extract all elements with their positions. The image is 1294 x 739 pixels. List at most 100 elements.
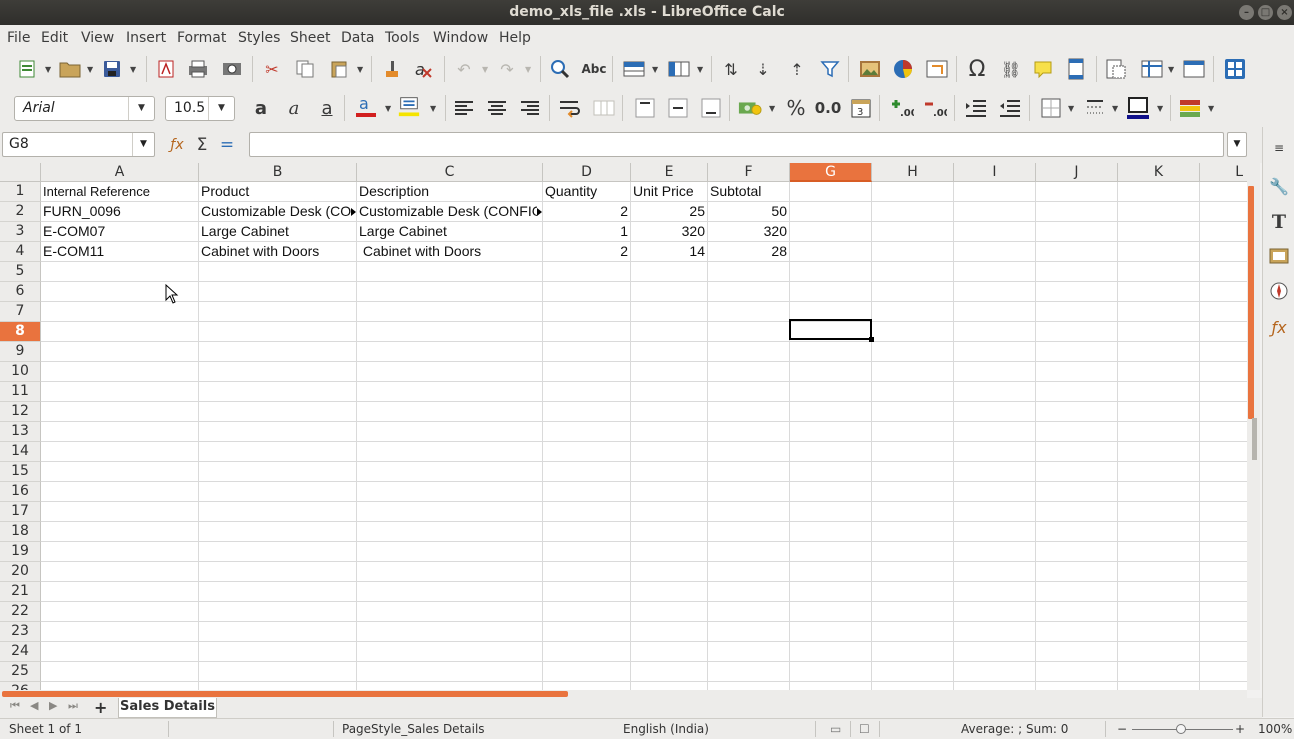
row-header-2[interactable]: 2 bbox=[0, 202, 41, 222]
insert-image-icon[interactable] bbox=[858, 57, 882, 81]
menu-sheet[interactable]: Sheet bbox=[290, 30, 330, 46]
row-header-10[interactable]: 10 bbox=[0, 362, 41, 382]
cell-a2[interactable]: FURN_0096 bbox=[41, 202, 198, 221]
name-box-dropdown-icon[interactable]: ▼ bbox=[132, 133, 154, 156]
cell-f2[interactable]: 50 bbox=[708, 202, 789, 221]
cell-a1[interactable]: Internal Reference bbox=[41, 182, 198, 201]
menu-insert[interactable]: Insert bbox=[126, 30, 166, 46]
first-sheet-icon[interactable]: ⏮ bbox=[10, 699, 20, 713]
row-header-4[interactable]: 4 bbox=[0, 242, 41, 262]
next-sheet-icon[interactable]: ▶ bbox=[49, 699, 57, 712]
cell-b3[interactable]: Large Cabinet bbox=[199, 222, 356, 241]
row-header-3[interactable]: 3 bbox=[0, 222, 41, 242]
align-center-icon[interactable] bbox=[485, 96, 509, 120]
underline-icon[interactable]: a bbox=[315, 96, 339, 120]
cell-c1[interactable]: Description bbox=[357, 182, 542, 201]
formula-icon[interactable]: = bbox=[215, 133, 239, 157]
font-name-dropdown-icon[interactable]: ▼ bbox=[128, 97, 154, 120]
column-header-j[interactable]: J bbox=[1036, 163, 1118, 182]
row-header-6[interactable]: 6 bbox=[0, 282, 41, 302]
find-replace-icon[interactable] bbox=[548, 57, 572, 81]
row-header-11[interactable]: 11 bbox=[0, 382, 41, 402]
close-button[interactable]: × bbox=[1277, 5, 1292, 20]
sum-icon[interactable]: Σ bbox=[190, 133, 214, 157]
column-header-l[interactable]: L bbox=[1200, 163, 1247, 182]
cell-a4[interactable]: E-COM11 bbox=[41, 242, 198, 261]
functions-icon[interactable]: ƒx bbox=[1268, 316, 1290, 338]
align-left-icon[interactable] bbox=[452, 96, 476, 120]
cell-f1[interactable]: Subtotal bbox=[708, 182, 789, 201]
row-header-16[interactable]: 16 bbox=[0, 482, 41, 502]
center-vertically-icon[interactable] bbox=[666, 96, 690, 120]
cell-d1[interactable]: Quantity bbox=[543, 182, 630, 201]
cell-d3[interactable]: 1 bbox=[543, 222, 630, 241]
save-icon[interactable] bbox=[100, 57, 124, 81]
cell-e4[interactable]: 14 bbox=[631, 242, 707, 261]
print-icon[interactable] bbox=[186, 57, 210, 81]
maximize-button[interactable]: □ bbox=[1258, 5, 1273, 20]
define-print-area-icon[interactable] bbox=[1104, 57, 1128, 81]
new-document-icon[interactable] bbox=[15, 57, 39, 81]
row-header-14[interactable]: 14 bbox=[0, 442, 41, 462]
font-color-icon[interactable]: a bbox=[354, 94, 378, 118]
vertical-scroll-thumb[interactable] bbox=[1248, 186, 1254, 419]
redo-icon[interactable]: ↷ bbox=[495, 57, 519, 81]
menu-help[interactable]: Help bbox=[499, 30, 531, 46]
border-style-icon[interactable] bbox=[1083, 96, 1107, 120]
cell-e3[interactable]: 320 bbox=[631, 222, 707, 241]
menu-data[interactable]: Data bbox=[341, 30, 374, 46]
row-header-7[interactable]: 7 bbox=[0, 302, 41, 322]
formula-input[interactable] bbox=[249, 132, 1224, 157]
border-color-icon[interactable] bbox=[1126, 96, 1150, 120]
zoom-slider-knob[interactable] bbox=[1176, 724, 1186, 734]
borders-icon[interactable] bbox=[1039, 96, 1063, 120]
split-window-icon[interactable] bbox=[1182, 57, 1206, 81]
cell-b4[interactable]: Cabinet with Doors bbox=[199, 242, 356, 261]
active-cell-cursor[interactable] bbox=[789, 319, 874, 342]
menu-format[interactable]: Format bbox=[177, 30, 226, 46]
column-header-i[interactable]: I bbox=[954, 163, 1036, 182]
spreadsheet-grid[interactable]: A B C D E F G H I J K L 1 2 3 4 5 6 7 8 … bbox=[0, 163, 1247, 690]
cell-b2[interactable]: Customizable Desk (CONFIG) bbox=[199, 202, 351, 221]
menu-tools[interactable]: Tools bbox=[385, 30, 420, 46]
last-sheet-icon[interactable]: ⏭ bbox=[68, 699, 78, 713]
sort-icon[interactable]: ⇅ bbox=[719, 57, 743, 81]
menu-view[interactable]: View bbox=[81, 30, 114, 46]
function-wizard-icon[interactable]: ƒx bbox=[165, 133, 189, 157]
styles-icon[interactable]: T bbox=[1268, 211, 1290, 233]
decrease-indent-icon[interactable] bbox=[998, 96, 1022, 120]
cell-d2[interactable]: 2 bbox=[543, 202, 630, 221]
pivot-table-icon[interactable] bbox=[925, 57, 949, 81]
row-header-15[interactable]: 15 bbox=[0, 462, 41, 482]
cell-b1[interactable]: Product bbox=[199, 182, 356, 201]
row-header-24[interactable]: 24 bbox=[0, 642, 41, 662]
row-header-12[interactable]: 12 bbox=[0, 402, 41, 422]
column-header-g[interactable]: G bbox=[790, 163, 872, 182]
open-folder-icon[interactable] bbox=[58, 57, 82, 81]
freeze-rows-columns-icon[interactable] bbox=[1140, 57, 1164, 81]
column-header-d[interactable]: D bbox=[543, 163, 631, 182]
sidebar-toggle-icon[interactable] bbox=[1223, 57, 1247, 81]
number-format-button[interactable]: 0.0 bbox=[814, 96, 842, 120]
font-size-dropdown-icon[interactable]: ▼ bbox=[208, 97, 234, 120]
row-header-5[interactable]: 5 bbox=[0, 262, 41, 282]
align-right-icon[interactable] bbox=[518, 96, 542, 120]
paste-icon[interactable] bbox=[327, 57, 351, 81]
row-header-23[interactable]: 23 bbox=[0, 622, 41, 642]
highlighting-color-icon[interactable] bbox=[397, 94, 421, 118]
column-icon[interactable] bbox=[667, 57, 691, 81]
cut-icon[interactable]: ✂ bbox=[260, 57, 284, 81]
cell-c2[interactable]: Customizable Desk (CONFIG) bbox=[357, 202, 537, 221]
menu-window[interactable]: Window bbox=[433, 30, 488, 46]
add-sheet-icon[interactable]: + bbox=[94, 698, 107, 717]
selection-mode-icon[interactable]: ▭ bbox=[830, 722, 841, 736]
insert-chart-icon[interactable] bbox=[891, 57, 915, 81]
navigator-icon[interactable] bbox=[1268, 280, 1290, 302]
zoom-out-icon[interactable]: − bbox=[1117, 722, 1127, 736]
zoom-in-icon[interactable]: + bbox=[1235, 722, 1245, 736]
minimize-button[interactable]: – bbox=[1239, 5, 1254, 20]
column-header-h[interactable]: H bbox=[872, 163, 954, 182]
column-header-b[interactable]: B bbox=[199, 163, 357, 182]
font-size-box[interactable]: 10.5 ▼ bbox=[165, 96, 235, 121]
cell-e2[interactable]: 25 bbox=[631, 202, 707, 221]
